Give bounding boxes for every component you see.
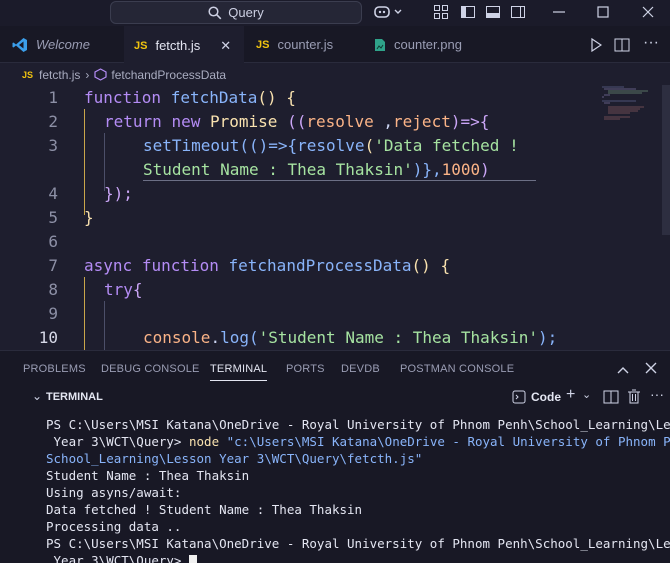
editor-tab-bar: Welcome JS fetcth.js ✕ JS counter.js cou…	[0, 26, 670, 63]
terminal-shell-icon	[512, 390, 526, 404]
tab-label: counter.js	[277, 37, 334, 52]
indent-guide	[84, 109, 85, 215]
vscode-logo-icon	[12, 37, 27, 52]
code-line-3-wrap: Student Name : Thea Thaksin')},1000)	[143, 160, 490, 179]
terminal-section-label: TERMINAL	[46, 391, 103, 403]
terminal-line: PS C:\Users\MSI Katana\OneDrive - Royal …	[46, 417, 670, 432]
line-number: 9	[48, 304, 58, 323]
toggle-sidebar-icon[interactable]	[460, 4, 476, 23]
breadcrumb-file[interactable]: fetcth.js	[39, 68, 80, 82]
customize-layout-icon[interactable]	[433, 4, 449, 23]
terminal-line: Data fetched ! Student Name : Thea Thaks…	[46, 502, 363, 517]
terminal-line: Year 3\WCT\Query> node "c:\Users\MSI Kat…	[46, 434, 670, 449]
tab-problems[interactable]: PROBLEMS	[23, 363, 86, 375]
terminal-line: Processing data ..	[46, 519, 182, 534]
chevron-down-icon[interactable]: ⌄	[582, 388, 591, 401]
minimize-icon[interactable]	[552, 4, 566, 23]
split-terminal-icon[interactable]	[603, 390, 619, 404]
search-label: Query	[228, 5, 264, 20]
method-symbol-icon	[94, 68, 107, 81]
toggle-secondary-sidebar-icon[interactable]	[510, 4, 526, 23]
line-number: 2	[48, 112, 58, 131]
js-file-icon: JS	[134, 39, 148, 52]
breadcrumb: JS fetcth.js › fetchandProcessData	[0, 64, 670, 85]
tab-counter-js[interactable]: JS counter.js	[244, 26, 362, 63]
chevron-down-icon[interactable]: ⌄	[32, 389, 42, 403]
code-line-2: return new Promise ((resolve ,reject)=>{	[104, 112, 490, 131]
code-line-3: setTimeout(()=>{resolve('Data fetched !	[143, 136, 519, 155]
terminal-line: Using asyns/await:	[46, 485, 182, 500]
chevron-right-icon: ›	[85, 67, 90, 82]
tab-fetcth-js[interactable]: JS fetcth.js ✕	[124, 26, 244, 63]
terminal-line: School_Learning\Lesson Year 3\WCT\Query\…	[46, 451, 423, 466]
minimap[interactable]	[600, 85, 660, 145]
tab-debug-console[interactable]: DEBUG CONSOLE	[101, 363, 200, 375]
close-tab-icon[interactable]: ✕	[220, 38, 231, 54]
code-editor[interactable]: 1 2 3 4 5 6 7 8 9 10 function fetchData(…	[0, 85, 670, 350]
terminal-cursor	[189, 555, 197, 563]
tab-terminal[interactable]: TERMINAL	[210, 363, 268, 381]
terminal-line: PS C:\Users\MSI Katana\OneDrive - Royal …	[46, 536, 670, 551]
tab-label: fetcth.js	[155, 38, 201, 53]
tab-welcome[interactable]: Welcome	[0, 26, 124, 63]
editor-scrollbar[interactable]	[662, 85, 670, 235]
trash-icon[interactable]	[628, 389, 640, 404]
indent-guide	[84, 277, 85, 350]
tab-ports[interactable]: PORTS	[286, 363, 325, 375]
close-window-icon[interactable]	[641, 4, 655, 23]
new-terminal-icon[interactable]: +	[566, 386, 575, 404]
code-line-7: async function fetchandProcessData() {	[84, 256, 451, 275]
copilot-icon[interactable]	[374, 4, 404, 23]
terminal-prompt-line: Year 3\WCT\Query>	[46, 553, 197, 563]
line-number: 3	[48, 136, 58, 155]
terminal-header: ⌄ TERMINAL Code + ⌄ ···	[0, 386, 670, 408]
command-center-search[interactable]: Query	[110, 1, 362, 24]
terminal-line: Student Name : Thea Thaksin	[46, 468, 250, 483]
breadcrumb-symbol[interactable]: fetchandProcessData	[111, 68, 226, 82]
tab-label: Welcome	[36, 37, 90, 52]
indent-guide	[104, 301, 105, 350]
line-number: 1	[48, 88, 58, 107]
line-number: 5	[48, 208, 58, 227]
line-number: 4	[48, 184, 58, 203]
js-file-icon: JS	[256, 38, 270, 51]
terminal-output[interactable]: PS C:\Users\MSI Katana\OneDrive - Royal …	[0, 408, 670, 563]
js-file-icon: JS	[22, 69, 34, 80]
search-icon	[208, 5, 222, 19]
image-file-icon	[375, 38, 385, 51]
tab-counter-png[interactable]: counter.png	[362, 26, 492, 63]
close-panel-icon[interactable]	[645, 361, 657, 377]
tab-postman-console[interactable]: POSTMAN CONSOLE	[400, 363, 514, 375]
code-line-10: console.log('Student Name : Thea Thaksin…	[143, 328, 558, 347]
toggle-panel-icon[interactable]	[485, 4, 501, 23]
title-bar: Query	[0, 0, 670, 26]
split-editor-icon[interactable]	[614, 38, 630, 55]
line-number: 8	[48, 280, 58, 299]
code-line-4: });	[104, 184, 133, 203]
wrap-underline	[143, 180, 536, 181]
maximize-icon[interactable]	[596, 4, 610, 23]
maximize-panel-icon[interactable]	[616, 362, 630, 378]
code-line-8: try{	[104, 280, 143, 299]
panel-tab-bar: PROBLEMS DEBUG CONSOLE TERMINAL PORTS DE…	[0, 350, 670, 386]
tab-label: counter.png	[394, 37, 462, 52]
code-line-1: function fetchData() {	[84, 88, 296, 107]
code-line-5: }	[84, 208, 94, 227]
line-number: 10	[38, 328, 58, 347]
line-number: 6	[48, 232, 58, 251]
shell-name[interactable]: Code	[531, 390, 561, 404]
run-file-icon[interactable]	[590, 37, 603, 55]
more-actions-icon[interactable]: ···	[650, 386, 664, 402]
line-number: 7	[48, 256, 58, 275]
more-actions-icon[interactable]: ···	[643, 34, 659, 52]
tab-devdb[interactable]: DEVDB	[341, 363, 380, 375]
indent-guide	[104, 133, 105, 191]
